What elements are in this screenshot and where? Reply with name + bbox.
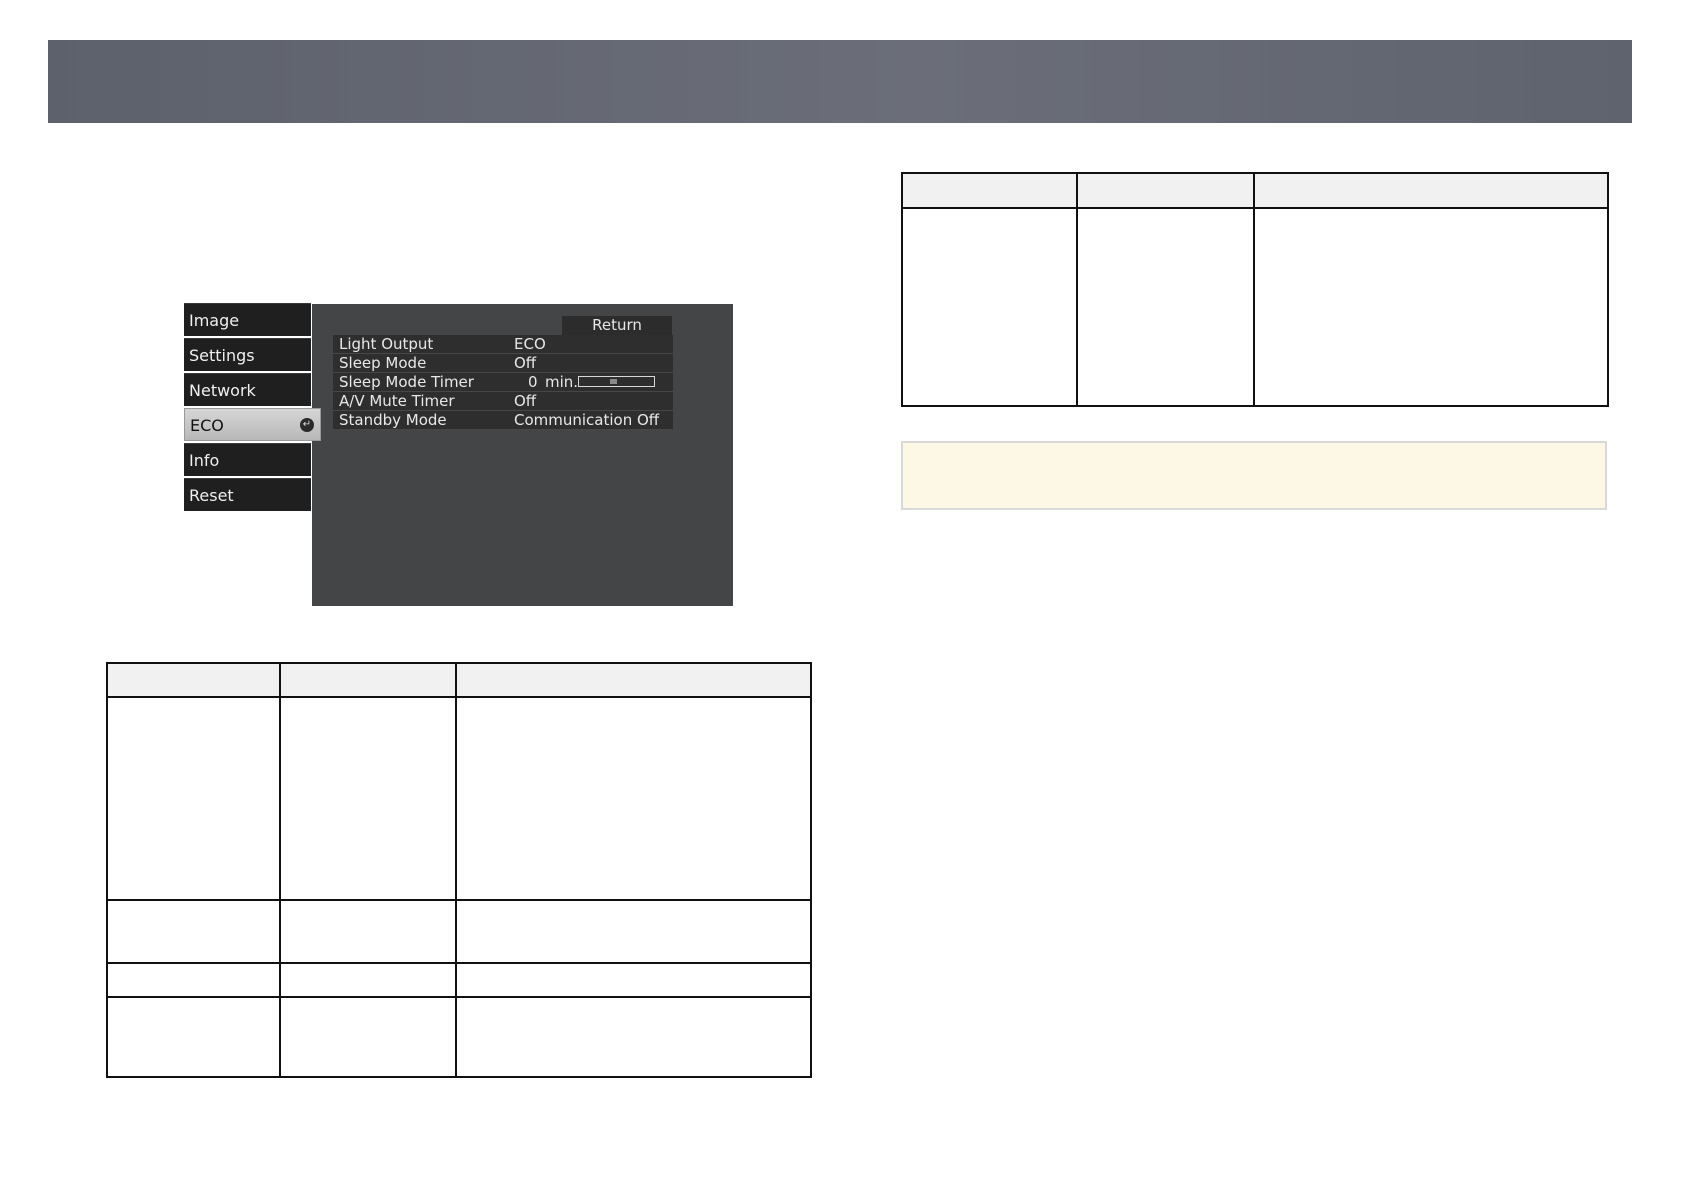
tab-reset[interactable]: Reset [184,478,311,511]
table-header-cell [1253,172,1609,209]
menu-row-sleep-mode-timer[interactable]: Sleep Mode Timer 0 min. [333,373,673,392]
setting-value: Off [514,392,537,410]
table-cell [455,996,812,1078]
tab-label: Settings [189,346,255,365]
table-cell [455,899,812,964]
table-row [901,207,1609,407]
table-cell [1076,207,1255,407]
setting-value: ECO [514,335,546,353]
tab-label: Network [189,381,256,400]
table-cell [279,899,457,964]
table-header-row [901,172,1609,209]
tab-info[interactable]: Info [184,443,311,476]
table-cell [455,962,812,998]
enter-arrow-icon: ↵ [300,418,314,432]
note-box [901,441,1607,510]
setting-value: 0 [528,373,538,391]
menu-row-sleep-mode[interactable]: Sleep Mode Off [333,354,673,373]
tab-label: Image [189,311,240,330]
table-cell [106,899,281,964]
tab-eco[interactable]: ECO ↵ [184,408,321,441]
slider-knob[interactable] [610,379,617,384]
tab-label: ECO [190,416,224,435]
tab-network[interactable]: Network [184,373,311,406]
settings-table-left [106,662,812,1078]
table-cell [279,962,457,998]
table-row [106,696,812,901]
tab-label: Info [189,451,220,470]
setting-value: Communication Off [514,411,660,429]
table-row [106,899,812,964]
settings-table-right [901,172,1609,407]
menu-row-standby-mode[interactable]: Standby Mode Communication Off [333,411,673,430]
menu-row-av-mute-timer[interactable]: A/V Mute Timer Off [333,392,673,411]
setting-label: Sleep Mode Timer [339,373,474,391]
return-button[interactable]: Return [562,316,672,335]
table-header-cell [279,662,457,698]
table-cell [455,696,812,901]
tab-image[interactable]: Image [184,303,311,336]
tab-settings[interactable]: Settings [184,338,311,371]
table-cell [106,962,281,998]
table-cell [106,996,281,1078]
setting-label: A/V Mute Timer [339,392,455,410]
setting-label: Light Output [339,335,434,353]
header-bar [48,40,1632,123]
setting-label: Sleep Mode [339,354,427,372]
table-row [106,962,812,998]
tab-label: Reset [189,486,234,505]
table-header-cell [455,662,812,698]
table-header-cell [106,662,281,698]
table-cell [1253,207,1609,407]
table-cell [279,996,457,1078]
table-header-cell [901,172,1078,209]
table-cell [901,207,1078,407]
setting-value: Off [514,354,537,372]
setting-unit: min. [545,373,579,391]
sleep-timer-slider[interactable] [578,376,655,387]
table-cell [279,696,457,901]
menu-row-light-output[interactable]: Light Output ECO [333,335,673,354]
table-cell [106,696,281,901]
table-header-cell [1076,172,1255,209]
menu-settings-list: Light Output ECO Sleep Mode Off Sleep Mo… [333,335,673,430]
table-row [106,996,812,1078]
table-header-row [106,662,812,698]
setting-label: Standby Mode [339,411,447,429]
